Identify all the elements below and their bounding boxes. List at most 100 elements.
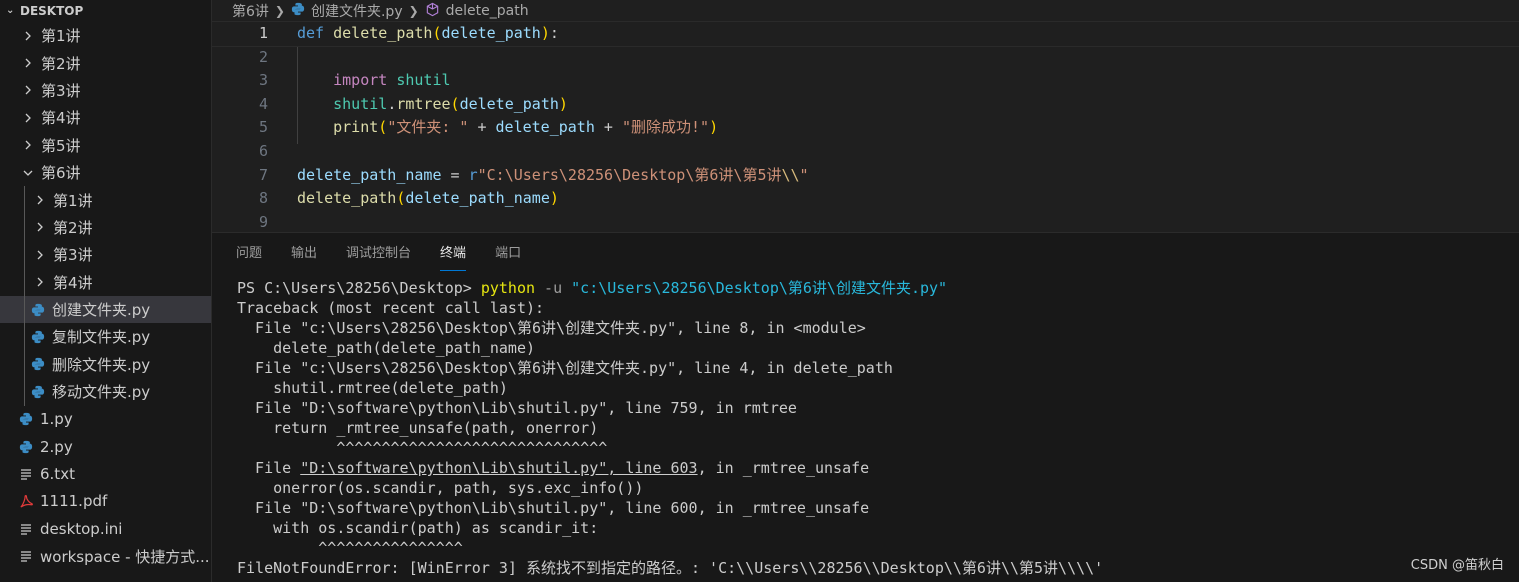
line-number: 2 xyxy=(258,47,268,66)
chevron-right-icon xyxy=(34,277,46,287)
chevron-right-icon: ❯ xyxy=(408,4,419,18)
chevron-right-icon: ❯ xyxy=(274,4,285,18)
terminal-arg: "c:\Users\28256\Desktop\第6讲\创建文件夹.py" xyxy=(571,279,948,297)
tree-item-label: 1.py xyxy=(40,410,73,429)
tab-output[interactable]: 输出 xyxy=(291,236,317,267)
terminal-line: Traceback (most recent call last): xyxy=(237,299,545,317)
code-line: 3 import shutil xyxy=(212,69,1519,93)
tree-file[interactable]: 移动文件夹.py xyxy=(0,378,211,405)
terminal-command-line: PS C:\Users\28256\Desktop> python -u "c:… xyxy=(237,278,1519,298)
python-file-icon xyxy=(30,303,46,317)
code-token: shutil xyxy=(396,71,451,90)
breadcrumb-file[interactable]: 创建文件夹.py xyxy=(311,1,403,21)
tree-file[interactable]: 删除文件夹.py xyxy=(0,351,211,378)
line-number: 1 xyxy=(258,24,268,42)
python-file-icon xyxy=(30,357,46,371)
tree-item-label: workspace - 快捷方式... xyxy=(40,547,210,566)
tree-item-label: 第3讲 xyxy=(53,246,93,265)
code-editor[interactable]: 1 def delete_path(delete_path): 2 3 impor… xyxy=(211,21,1519,235)
tree-folder[interactable]: 第2讲 xyxy=(0,49,211,76)
chevron-right-icon xyxy=(34,195,46,205)
explorer-sidebar: ⌄ DESKTOP 第1讲 第2讲 第3讲 第4讲 第5讲 第6讲 第1讲 第2讲 第3讲 第4讲… xyxy=(0,0,212,582)
code-line: 7 delete_path_name = r "C:\ Users\28256\Des… xyxy=(212,164,1519,188)
terminal-line: shutil.rmtree(delete_path) xyxy=(237,379,508,397)
file-tree: 第1讲 第2讲 第3讲 第4讲 第5讲 第6讲 第1讲 第2讲 第3讲 第4讲 创建文件夹.py 复制… xyxy=(0,22,211,570)
python-file-icon xyxy=(30,385,46,399)
tree-file[interactable]: desktop.ini xyxy=(0,515,211,542)
terminal-line: File "D:\software\python\Lib\shutil.py",… xyxy=(237,399,797,417)
terminal-line: ^^^^^^^^^^^^^^^^^^^^^^^^^^^^^^ xyxy=(237,439,608,457)
tree-folder[interactable]: 第1讲 xyxy=(0,22,211,49)
code-token: r xyxy=(468,165,478,184)
tree-file[interactable]: 1.py xyxy=(0,405,211,432)
code-line: 9 xyxy=(212,211,1519,235)
tree-item-label: 第5讲 xyxy=(41,136,81,155)
code-token: delete_path_name xyxy=(405,189,550,208)
tree-folder[interactable]: 第5讲 xyxy=(0,132,211,159)
tree-item-label: 2.py xyxy=(40,437,73,456)
terminal-line: File "D:\software\python\Lib\shutil.py",… xyxy=(237,499,870,517)
tree-folder[interactable]: 第4讲 xyxy=(0,269,211,296)
code-token: delete_path xyxy=(441,24,541,42)
terminal-cmd: python xyxy=(480,279,536,297)
panel-tabs: 问题 输出 调试控制台 终端 端口 xyxy=(212,233,1519,271)
terminal-flag: -u xyxy=(535,279,572,297)
tree-file[interactable]: 6.txt xyxy=(0,460,211,487)
tree-indent-guide xyxy=(24,186,25,406)
code-token: print xyxy=(333,118,379,137)
terminal-line: return _rmtree_unsafe(path, onerror) xyxy=(237,419,599,437)
code-token: rmtree xyxy=(396,94,451,113)
tab-ports[interactable]: 端口 xyxy=(495,236,521,267)
code-line: 6 xyxy=(212,140,1519,164)
tree-file[interactable]: workspace - 快捷方式... xyxy=(0,542,211,569)
chevron-right-icon xyxy=(22,140,34,150)
tree-item-label: desktop.ini xyxy=(40,519,123,538)
tab-terminal[interactable]: 终端 xyxy=(440,236,467,271)
code-line: 5 print("文件夹: " + delete_path + "删除成功!") xyxy=(212,116,1519,140)
tab-debug-console[interactable]: 调试控制台 xyxy=(346,236,411,267)
tree-file[interactable]: 复制文件夹.py xyxy=(0,323,211,350)
terminal-line: delete_path(delete_path_name) xyxy=(237,339,536,357)
line-number: 3 xyxy=(258,71,268,90)
chevron-right-icon xyxy=(22,31,34,41)
tree-folder[interactable]: 第1讲 xyxy=(0,186,211,213)
tab-problems[interactable]: 问题 xyxy=(236,236,262,267)
tree-folder[interactable]: 第2讲 xyxy=(0,214,211,241)
tree-item-label: 1111.pdf xyxy=(40,492,108,511)
text-file-icon xyxy=(18,523,34,535)
terminal-line: with os.scandir(path) as scandir_it: xyxy=(237,519,599,537)
terminal-line-link[interactable]: File "D:\software\python\Lib\shutil.py",… xyxy=(237,458,1519,478)
line-number: 6 xyxy=(258,141,268,160)
terminal[interactable]: PS C:\Users\28256\Desktop> python -u "c:… xyxy=(212,269,1519,578)
tree-item-label: 第1讲 xyxy=(53,191,93,210)
code-token: delete_path_name xyxy=(297,165,442,184)
tree-file[interactable]: 创建文件夹.py xyxy=(0,295,211,324)
code-token: 第6讲\ xyxy=(694,165,743,184)
terminal-line: FileNotFoundError: [WinError 3] 系统找不到指定的… xyxy=(237,559,1104,577)
chevron-right-icon xyxy=(34,222,46,232)
code-token: delete_path xyxy=(459,94,559,113)
code-token: import xyxy=(333,71,388,90)
tree-folder[interactable]: 第3讲 xyxy=(0,77,211,104)
code-token: "C:\ xyxy=(477,165,514,184)
editor-area: 第6讲 ❯ 创建文件夹.py ❯ delete_path 1 def delete… xyxy=(211,0,1519,235)
tree-folder[interactable]: 第4讲 xyxy=(0,104,211,131)
breadcrumb-symbol[interactable]: delete_path xyxy=(446,3,529,19)
tree-folder[interactable]: 第3讲 xyxy=(0,241,211,268)
tree-item-label: 第4讲 xyxy=(53,273,93,292)
breadcrumb-folder[interactable]: 第6讲 xyxy=(232,1,269,21)
code-token: "删除成功!" xyxy=(621,118,710,137)
explorer-header[interactable]: ⌄ DESKTOP xyxy=(0,0,211,22)
text-file-icon xyxy=(18,468,34,480)
terminal-line: File "c:\Users\28256\Desktop\第6讲\创建文件夹.p… xyxy=(237,319,866,337)
breadcrumb: 第6讲 ❯ 创建文件夹.py ❯ delete_path xyxy=(212,0,1519,22)
chevron-down-icon xyxy=(22,168,34,178)
watermark: CSDN @笛秋白 xyxy=(1410,558,1504,573)
code-line: 4 shutil. rmtree(delete_path) xyxy=(212,93,1519,117)
tree-item-label: 第3讲 xyxy=(41,81,81,100)
tree-file[interactable]: 2.py xyxy=(0,433,211,460)
tree-file[interactable]: 1111.pdf xyxy=(0,488,211,515)
tree-item-label: 复制文件夹.py xyxy=(52,328,151,347)
tree-folder[interactable]: 第6讲 xyxy=(0,159,211,186)
line-number: 4 xyxy=(258,94,268,113)
